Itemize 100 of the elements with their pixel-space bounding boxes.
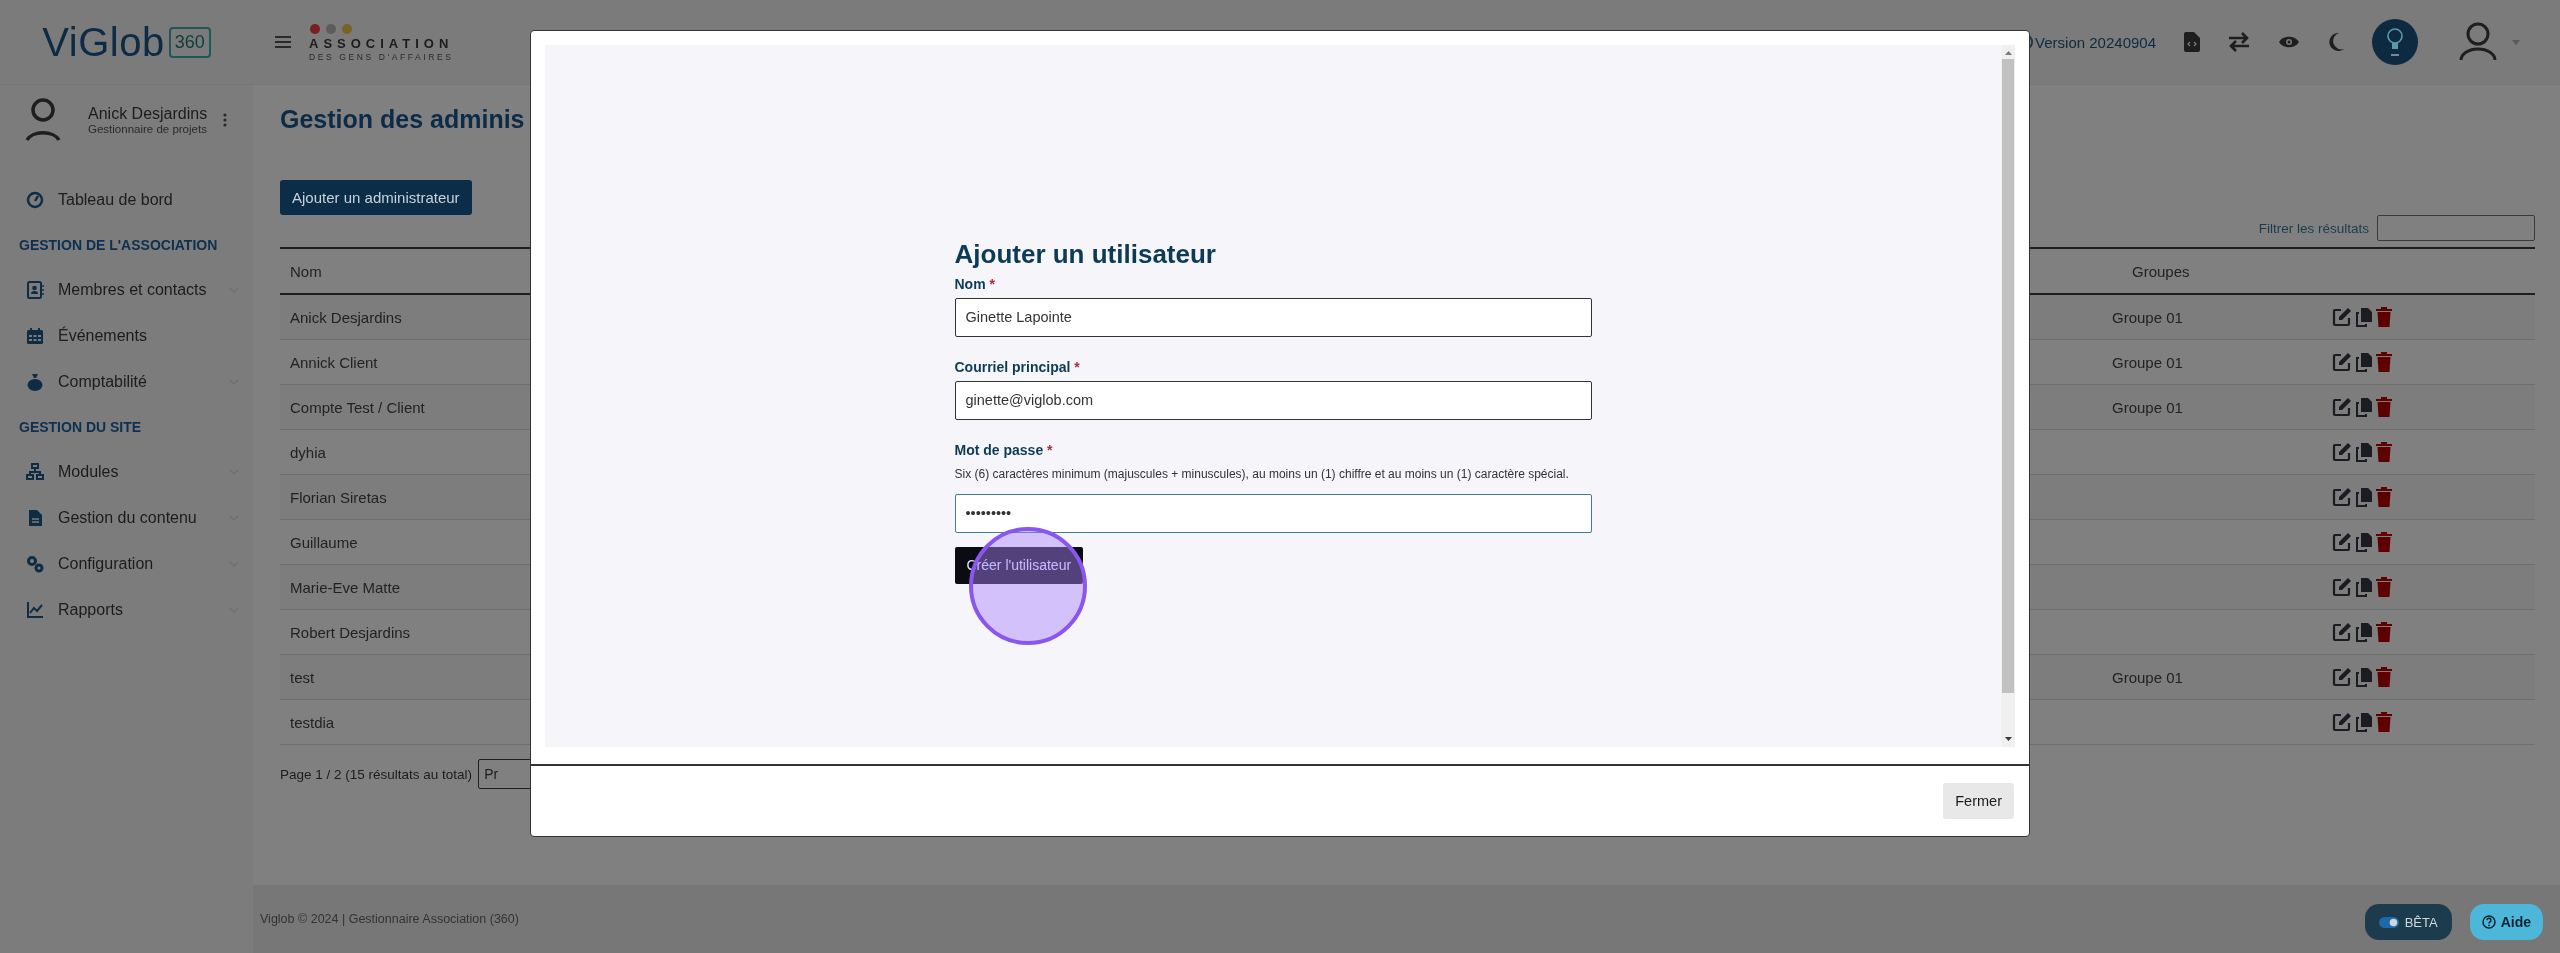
calendar-icon [26, 327, 44, 345]
copy-icon[interactable] [2355, 532, 2373, 552]
nav-item[interactable]: Rapports [0, 587, 253, 633]
contact-card-icon [26, 281, 44, 299]
copy-icon[interactable] [2355, 487, 2373, 507]
help-button[interactable]: Aide [2469, 904, 2543, 940]
gears-icon [26, 555, 44, 573]
user-avatar-icon [24, 98, 62, 142]
document-icon [26, 509, 44, 527]
edit-icon[interactable] [2332, 487, 2352, 507]
swap-arrows-icon[interactable] [2228, 32, 2250, 52]
edit-icon[interactable] [2332, 352, 2352, 372]
column-header[interactable]: Groupes [2117, 262, 2332, 280]
table-cell: Marie-Eve Matte [290, 578, 401, 596]
copy-icon[interactable] [2355, 712, 2373, 732]
table-cell: Annick Client [290, 353, 378, 371]
copy-icon[interactable] [2355, 307, 2373, 327]
text-field[interactable]: Ginette Lapointe [954, 297, 1592, 337]
section-heading: GESTION DU SITE [18, 418, 143, 437]
edit-icon[interactable] [2332, 397, 2352, 417]
scroll-down-icon[interactable] [2004, 737, 2012, 741]
user-name: Anick Desjardins [88, 105, 209, 123]
beta-toggle[interactable]: BÊTA [2364, 904, 2452, 940]
table-cell: Florian Siretas [290, 488, 387, 506]
nav-item[interactable]: Gestion du contenu [0, 495, 253, 541]
add-admin-button[interactable]: Ajouter un administrateur [280, 180, 472, 215]
trash-icon[interactable] [2376, 352, 2392, 372]
table-cell: dyhia [290, 443, 326, 461]
copy-icon[interactable] [2355, 442, 2373, 462]
trash-icon[interactable] [2376, 712, 2392, 732]
edit-icon[interactable] [2332, 532, 2352, 552]
edit-icon[interactable] [2332, 712, 2352, 732]
table-cell: Robert Desjardins [290, 623, 411, 641]
trash-icon[interactable] [2376, 532, 2392, 552]
table-cell: Guillaume [290, 533, 358, 551]
table-cell: testdia [290, 713, 335, 731]
nav-item[interactable]: Événements [0, 313, 253, 359]
table-cell: test [290, 668, 315, 686]
field-label: Courriel principal * [954, 358, 1081, 375]
trash-icon[interactable] [2376, 397, 2392, 417]
help-icon [2481, 915, 2496, 929]
nav-item[interactable]: Tableau de bord [0, 177, 253, 223]
table-cell: Anick Desjardins [290, 308, 402, 326]
copy-icon[interactable] [2355, 622, 2373, 642]
nav-item[interactable]: Modules [0, 449, 253, 495]
text-field[interactable]: ginette@viglob.com [954, 380, 1592, 420]
scroll-up-icon[interactable] [2004, 51, 2012, 55]
version-label: Version 20240904 [2035, 33, 2156, 51]
gauge-icon [26, 191, 44, 209]
kebab-menu-icon[interactable] [223, 113, 227, 127]
brand-name: ViGlob [42, 19, 165, 65]
trash-icon[interactable] [2376, 442, 2392, 462]
edit-icon[interactable] [2332, 577, 2352, 597]
lightbulb-logo-icon[interactable] [2372, 19, 2418, 65]
brand-badge: 360 [168, 26, 211, 58]
filter-label: Filtrer les résultats [2258, 220, 2369, 236]
table-cell-text: Groupe 01 [2111, 668, 2184, 686]
table-cell-text: Groupe 01 [2111, 353, 2184, 371]
edit-icon[interactable] [2332, 622, 2352, 642]
nav-item[interactable]: Membres et contacts [0, 267, 253, 313]
edit-icon[interactable] [2332, 667, 2352, 687]
scrollbar-thumb[interactable] [2002, 59, 2014, 693]
edit-icon[interactable] [2332, 442, 2352, 462]
trash-icon[interactable] [2376, 667, 2392, 687]
menu-icon[interactable] [275, 36, 291, 48]
trash-icon[interactable] [2376, 487, 2392, 507]
moon-icon[interactable] [2328, 33, 2344, 51]
scrollbar[interactable] [2001, 45, 2015, 747]
close-button[interactable]: Fermer [1943, 783, 2014, 819]
pagination-summary: Page 1 / 2 (15 résultats au total) [280, 766, 473, 782]
eye-icon[interactable] [2278, 35, 2300, 49]
nav-item[interactable]: Comptabilité [0, 359, 253, 405]
org-subtitle: DES GENS D'AFFAIRES [309, 51, 454, 62]
sitemap-icon [26, 463, 44, 481]
trash-icon[interactable] [2376, 307, 2392, 327]
table-cell-text: Groupe 01 [2111, 398, 2184, 416]
trash-icon[interactable] [2376, 622, 2392, 642]
filter-field[interactable] [2377, 215, 2535, 241]
toggle-icon [2378, 916, 2399, 928]
user-role: Gestionnaire de projets [88, 123, 208, 135]
field-label: Nom * [954, 275, 996, 292]
page-title: Gestion des adminis [280, 105, 526, 135]
footer-text: Viglob © 2024 | Gestionnaire Association (360) [260, 912, 519, 926]
line-chart-icon [26, 601, 44, 619]
money-bag-icon [26, 373, 44, 391]
file-code-icon[interactable] [2184, 32, 2200, 52]
nav-item[interactable]: Configuration [0, 541, 253, 587]
text-field[interactable]: ••••••••• [954, 493, 1592, 533]
section-heading: GESTION DE L'ASSOCIATION [18, 236, 219, 255]
field-label: Mot de passe * [954, 441, 1054, 458]
field-help: Six (6) caractères minimum (majuscules + minuscules), au moins un (1) chiffre et au moins un (1) caractère spécial. [954, 465, 1570, 483]
edit-icon[interactable] [2332, 307, 2352, 327]
copy-icon[interactable] [2355, 397, 2373, 417]
copy-icon[interactable] [2355, 667, 2373, 687]
copy-icon[interactable] [2355, 577, 2373, 597]
copy-icon[interactable] [2355, 352, 2373, 372]
form-title: Ajouter un utilisateur [954, 238, 1217, 270]
trash-icon[interactable] [2376, 577, 2392, 597]
table-cell: Compte Test / Client [290, 398, 425, 416]
user-avatar-icon[interactable] [2458, 22, 2498, 62]
